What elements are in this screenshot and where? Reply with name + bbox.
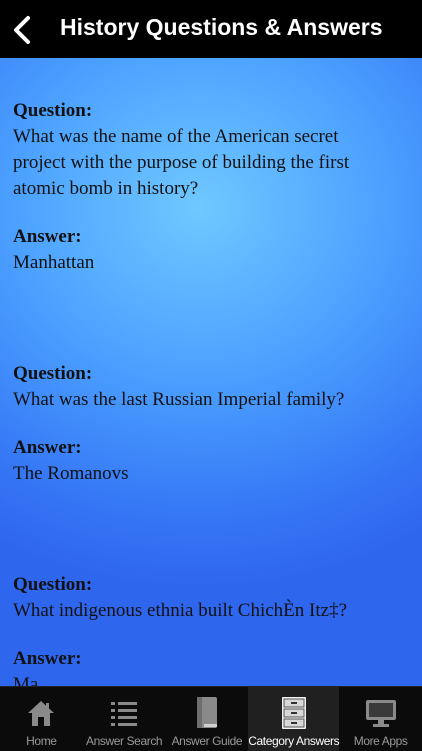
question-text-line: What was the name of the American secret	[13, 126, 339, 147]
question-text-line: What indigenous ethnia built ChichÈn Itz…	[13, 600, 348, 621]
monitor-icon	[364, 696, 398, 730]
cabinet-icon	[277, 696, 311, 730]
chevron-left-icon	[14, 16, 30, 44]
question-text-line: What was the last Russian Imperial famil…	[13, 389, 345, 410]
answer-label: Answer:	[13, 648, 82, 669]
question-text-line: project with the purpose of building the…	[13, 152, 350, 173]
tab-home[interactable]: Home	[0, 687, 83, 751]
tab-label: Answer Search	[86, 734, 163, 748]
tab-more-apps[interactable]: More Apps	[339, 687, 422, 751]
question-label: Question:	[13, 100, 93, 121]
answer-text: Ma	[13, 674, 39, 686]
tab-label: Category Answers	[248, 734, 340, 748]
navigation-bar: History Questions & Answers	[0, 0, 422, 58]
qa-item: Question: What was the name of the Ameri…	[13, 98, 408, 276]
question-text-line: atomic bomb in history?	[13, 178, 199, 199]
tab-answer-search[interactable]: Answer Search	[83, 687, 166, 751]
tab-category-answers[interactable]: Category Answers	[248, 687, 340, 751]
book-icon	[190, 696, 224, 730]
tab-label: Answer Guide	[171, 734, 243, 748]
tab-answer-guide[interactable]: Answer Guide	[166, 687, 249, 751]
tab-label: Home	[26, 734, 57, 748]
answer-text: The Romanovs	[13, 463, 129, 484]
answer-text: Manhattan	[13, 252, 95, 273]
answer-label: Answer:	[13, 226, 82, 247]
home-icon	[24, 696, 58, 730]
question-label: Question:	[13, 363, 93, 384]
qa-item: Question: What indigenous ethnia built C…	[13, 572, 408, 686]
tab-label: More Apps	[353, 734, 408, 748]
list-icon	[107, 696, 141, 730]
back-button[interactable]	[8, 12, 36, 48]
answer-label: Answer:	[13, 437, 82, 458]
question-label: Question:	[13, 574, 93, 595]
qa-item: Question: What was the last Russian Impe…	[13, 361, 408, 487]
qa-content[interactable]: Question: What was the name of the Ameri…	[0, 58, 422, 686]
tab-bar: Home Answer Search Answer Guide Category…	[0, 686, 422, 751]
page-title: History Questions & Answers	[60, 14, 383, 40]
